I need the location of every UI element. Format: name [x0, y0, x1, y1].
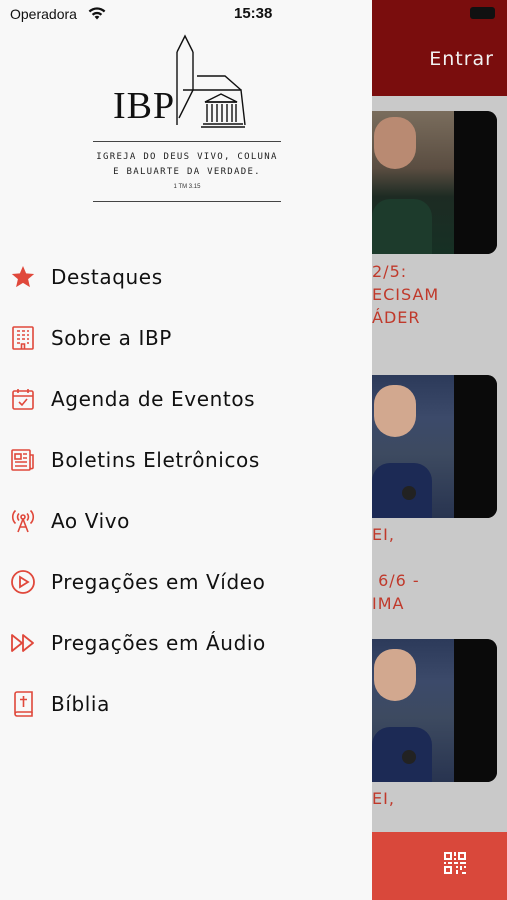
fast-forward-icon [10, 630, 36, 656]
bible-icon [10, 691, 36, 717]
logo-divider [93, 201, 281, 202]
video-title[interactable]: 2/5: ECISAM ÁDER [372, 260, 439, 329]
ibp-logo: IBP [113, 34, 246, 128]
menu-item-destaques[interactable]: Destaques [0, 251, 372, 303]
menu-item-boletins[interactable]: Boletins Eletrônicos [0, 434, 372, 486]
menu-item-label: Ao Vivo [51, 509, 130, 533]
menu-item-label: Pregações em Vídeo [51, 570, 266, 594]
video-thumbnail[interactable] [372, 111, 497, 254]
qr-code-icon[interactable] [444, 852, 466, 874]
menu-item-label: Destaques [51, 265, 163, 289]
menu-item-label: Bíblia [51, 692, 110, 716]
broadcast-icon [10, 508, 36, 534]
battery-icon [470, 7, 495, 19]
menu-item-label: Sobre a IBP [51, 326, 172, 350]
menu-item-audio[interactable]: Pregações em Áudio [0, 617, 372, 669]
building-icon [10, 325, 36, 351]
menu-item-biblia[interactable]: Bíblia [0, 678, 372, 730]
logo-motto: IGREJA DO DEUS VIVO, COLUNA [96, 152, 278, 162]
menu-item-agenda[interactable]: Agenda de Eventos [0, 373, 372, 425]
side-drawer: Operadora 15:38 IBP IGREJA DO DEUS VIVO,… [0, 0, 372, 900]
video-thumbnail[interactable] [372, 375, 497, 518]
video-title[interactable]: EI, 6/6 - IMA [372, 523, 420, 615]
logo-motto: E BALUARTE DA VERDADE. [113, 167, 261, 177]
play-circle-icon [10, 569, 36, 595]
menu-item-label: Agenda de Eventos [51, 387, 256, 411]
menu-item-video[interactable]: Pregações em Vídeo [0, 556, 372, 608]
tab-bar [372, 832, 507, 900]
logo-divider [93, 141, 281, 142]
carrier-label: Operadora [10, 6, 77, 22]
video-thumbnail[interactable] [372, 639, 497, 782]
wifi-icon [88, 7, 106, 20]
status-bar: Operadora 15:38 [0, 0, 372, 30]
logo-text: IBP [113, 85, 175, 127]
star-icon [10, 264, 36, 290]
calendar-check-icon [10, 386, 36, 412]
status-time: 15:38 [234, 5, 273, 22]
login-button[interactable]: Entrar [429, 48, 494, 70]
menu-item-label: Boletins Eletrônicos [51, 448, 260, 472]
newspaper-icon [10, 447, 36, 473]
logo-reference: 1 TM 3.15 [173, 184, 201, 190]
menu-item-sobre[interactable]: Sobre a IBP [0, 312, 372, 364]
video-title[interactable]: EI, [372, 787, 395, 810]
menu-item-ao-vivo[interactable]: Ao Vivo [0, 495, 372, 547]
menu-item-label: Pregações em Áudio [51, 631, 266, 655]
